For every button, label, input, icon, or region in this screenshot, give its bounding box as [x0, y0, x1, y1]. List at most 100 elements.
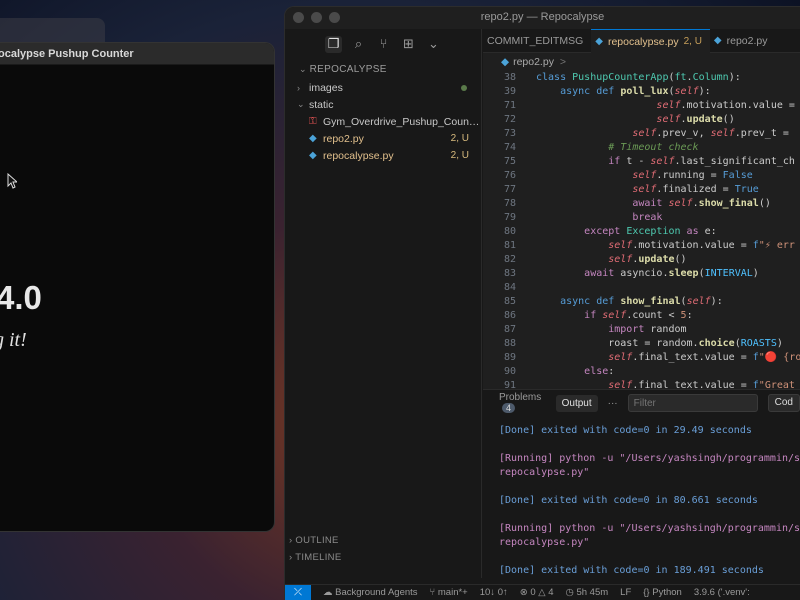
window-controls[interactable] — [293, 12, 340, 23]
tab-commit-editmsg[interactable]: COMMIT_EDITMSG — [483, 29, 591, 53]
line-text: except Exception as e: — [584, 226, 717, 237]
line-text: else: — [584, 366, 615, 377]
code-line[interactable]: 81 self.motivation.value = f"⚡ err — [483, 239, 800, 253]
output-spacer — [499, 438, 800, 452]
branch-status[interactable]: ⑂ main*+ — [430, 587, 468, 598]
tree-item[interactable]: ◆ repo2.py 2, U — [285, 130, 481, 147]
output-line: repocalypse.py" — [499, 537, 590, 548]
motivation-text: g it! — [0, 329, 27, 351]
tab-output[interactable]: Output — [555, 394, 598, 412]
explorer-sidebar: ❐ ⌕ ⑂ ⊞ ⌄ ⌄ REPOCALYPSE › images ⌄ static ⚿ G… — [285, 29, 482, 578]
tab-repocalypse[interactable]: ◆ repocalypse.py 2, U — [591, 29, 710, 53]
tree-item[interactable]: › images — [285, 79, 481, 96]
outline-section[interactable]: › OUTLINE — [285, 532, 481, 549]
code-line[interactable]: 79 break — [483, 211, 800, 225]
problems-count-badge: 4 — [502, 403, 516, 413]
line-text: self.motivation.value = — [656, 100, 800, 111]
tree-item[interactable]: ⌄ static — [285, 96, 481, 113]
tree-item[interactable]: ◆ repocalypse.py 2, U — [285, 147, 481, 164]
zoom-window-button[interactable] — [329, 12, 340, 23]
remote-icon[interactable]: ⤫ — [285, 584, 311, 600]
background-window-bar — [0, 18, 105, 42]
output-line: [Running] python -u "/Users/yashsingh/pr… — [499, 523, 800, 534]
activity-bar: ❐ ⌕ ⑂ ⊞ ⌄ — [285, 29, 481, 59]
source-control-icon[interactable]: ⑂ — [375, 36, 392, 53]
tab-label: repocalypse.py — [607, 36, 679, 48]
code-line[interactable]: 76 self.running = False — [483, 169, 800, 183]
sync-status[interactable]: 10↓ 0↑ — [480, 587, 508, 598]
braces-icon: {} — [643, 587, 653, 598]
vscode-window[interactable]: repo2.py — Repocalypse ❐ ⌕ ⑂ ⊞ ⌄ ⌄ REPOC… — [284, 6, 800, 600]
code-line[interactable]: 84 — [483, 281, 800, 295]
interpreter-status[interactable]: 3.9.6 ('.venv': — [694, 587, 750, 598]
code-line[interactable]: 83 await asyncio.sleep(INTERVAL) — [483, 267, 800, 281]
line-text: roast = random.choice(ROASTS) — [536, 338, 783, 349]
breadcrumb[interactable]: ◆ repo2.py > — [483, 53, 800, 71]
code-line[interactable]: 78 await self.show_final() — [483, 197, 800, 211]
line-text: self.finalized = True — [632, 184, 759, 195]
line-number: 83 — [503, 268, 516, 279]
code-line[interactable]: 72 self.update() — [483, 113, 800, 127]
sticky-scroll-line[interactable]: 39 async def poll_lux(self): — [483, 85, 800, 99]
code-line[interactable]: 73 self.prev_v, self.prev_t = — [483, 127, 800, 141]
tab-problems[interactable]: Problems4 — [499, 392, 546, 414]
line-text: # Timeout check — [608, 142, 699, 153]
code-line[interactable]: 77 self.finalized = True — [483, 183, 800, 197]
chevron-right-icon: › — [289, 535, 293, 546]
problems-status[interactable]: ⊗ 0 △ 4 — [520, 587, 554, 598]
panel-tabs: Problems4 Output ··· Cod — [483, 390, 800, 416]
line-text: if t - self.last_significant_ch — [608, 156, 795, 167]
code-editor[interactable]: 38 class PushupCounterApp(ft.Column): 39 a… — [483, 71, 800, 393]
explorer-title[interactable]: ⌄ REPOCALYPSE — [285, 59, 481, 79]
code-line[interactable]: 86 if self.count < 5: — [483, 309, 800, 323]
output-spacer — [499, 550, 800, 564]
tab-repo2[interactable]: ◆ repo2.py — [710, 29, 776, 53]
vscode-titlebar[interactable]: repo2.py — Repocalypse — [285, 7, 800, 29]
tree-item[interactable]: ⚿ Gym_Overdrive_Pushup_Counter... — [285, 113, 481, 130]
tab-label: repo2.py — [726, 35, 768, 47]
line-number: 88 — [503, 338, 516, 349]
code-line[interactable]: 71 self.motivation.value = — [483, 99, 800, 113]
timeline-section[interactable]: › TIMELINE — [285, 549, 481, 566]
code-line[interactable]: 90 else: — [483, 365, 800, 379]
tree-item-label: repo2.py — [323, 132, 364, 145]
git-status-badge: 2, U — [450, 133, 469, 144]
chevron-icon: ⌄ — [297, 99, 305, 109]
eol-status[interactable]: LF — [620, 587, 631, 598]
language-status[interactable]: {} Python — [643, 587, 682, 598]
line-text: import random — [608, 324, 687, 335]
line-number: 74 — [503, 142, 516, 153]
close-window-button[interactable] — [293, 12, 304, 23]
more-actions-icon[interactable]: ··· — [608, 398, 618, 409]
code-line[interactable]: 75 if t - self.last_significant_ch — [483, 155, 800, 169]
explorer-icon[interactable]: ❐ — [325, 35, 342, 53]
output-channel-select[interactable]: Cod — [767, 394, 800, 412]
code-line[interactable]: 89 self.final_text.value = f"🔴 {roast} — [483, 351, 800, 365]
background-agents-status[interactable]: ☁ Background Agents — [323, 587, 418, 598]
app-titlebar[interactable]: ocalypse Pushup Counter — [0, 43, 274, 65]
extensions-icon[interactable]: ⊞ — [400, 36, 417, 53]
chevron-down-icon[interactable]: ⌄ — [425, 36, 442, 53]
line-text: self.update() — [608, 254, 687, 265]
code-line[interactable]: 87 import random — [483, 323, 800, 337]
time-status[interactable]: ◷ 5h 45m — [566, 587, 609, 598]
line-text: self.prev_v, self.prev_t = — [632, 128, 795, 139]
pdf-icon: ⚿ — [309, 116, 317, 127]
code-line[interactable]: 85 async def show_final(self): — [483, 295, 800, 309]
output-line: [Done] exited with code=0 in 189.491 sec… — [499, 565, 764, 576]
code-line[interactable]: 74 # Timeout check — [483, 141, 800, 155]
tree-item-label: images — [309, 81, 343, 94]
output-log[interactable]: [Done] exited with code=0 in 29.49 secon… — [483, 416, 800, 578]
filter-input[interactable] — [627, 394, 758, 412]
sticky-scroll-line[interactable]: 38 class PushupCounterApp(ft.Column): — [483, 71, 800, 85]
code-line[interactable]: 82 self.update() — [483, 253, 800, 267]
minimize-window-button[interactable] — [311, 12, 322, 23]
line-number: 39 — [503, 86, 516, 97]
code-line[interactable]: 80 except Exception as e: — [483, 225, 800, 239]
output-line: repocalypse.py" — [499, 467, 590, 478]
search-icon[interactable]: ⌕ — [350, 36, 367, 53]
pushup-counter-window[interactable]: ocalypse Pushup Counter 4.0 g it! — [0, 42, 275, 532]
app-title: ocalypse Pushup Counter — [0, 48, 134, 60]
output-line: [Done] exited with code=0 in 80.661 seco… — [499, 495, 758, 506]
code-line[interactable]: 88 roast = random.choice(ROASTS) — [483, 337, 800, 351]
